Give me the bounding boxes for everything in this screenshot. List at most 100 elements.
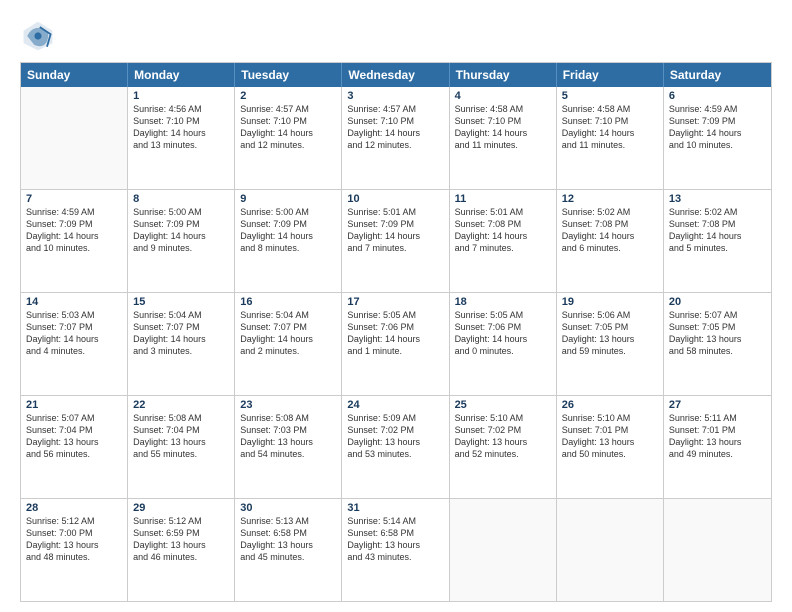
calendar-cell: 17Sunrise: 5:05 AM Sunset: 7:06 PM Dayli…	[342, 293, 449, 395]
page: SundayMondayTuesdayWednesdayThursdayFrid…	[0, 0, 792, 612]
calendar-cell: 19Sunrise: 5:06 AM Sunset: 7:05 PM Dayli…	[557, 293, 664, 395]
cell-text: Sunrise: 5:05 AM Sunset: 7:06 PM Dayligh…	[455, 309, 551, 358]
day-number: 20	[669, 296, 766, 308]
calendar-cell: 5Sunrise: 4:58 AM Sunset: 7:10 PM Daylig…	[557, 87, 664, 189]
cell-text: Sunrise: 4:58 AM Sunset: 7:10 PM Dayligh…	[455, 103, 551, 152]
day-number: 7	[26, 193, 122, 205]
calendar-week-3: 14Sunrise: 5:03 AM Sunset: 7:07 PM Dayli…	[21, 293, 771, 396]
day-number: 30	[240, 502, 336, 514]
calendar-cell: 24Sunrise: 5:09 AM Sunset: 7:02 PM Dayli…	[342, 396, 449, 498]
calendar-week-4: 21Sunrise: 5:07 AM Sunset: 7:04 PM Dayli…	[21, 396, 771, 499]
cell-text: Sunrise: 4:56 AM Sunset: 7:10 PM Dayligh…	[133, 103, 229, 152]
header-day-monday: Monday	[128, 63, 235, 87]
header-day-sunday: Sunday	[21, 63, 128, 87]
cell-text: Sunrise: 4:59 AM Sunset: 7:09 PM Dayligh…	[669, 103, 766, 152]
cell-text: Sunrise: 5:10 AM Sunset: 7:02 PM Dayligh…	[455, 412, 551, 461]
cell-text: Sunrise: 4:57 AM Sunset: 7:10 PM Dayligh…	[347, 103, 443, 152]
cell-text: Sunrise: 5:09 AM Sunset: 7:02 PM Dayligh…	[347, 412, 443, 461]
calendar-cell: 27Sunrise: 5:11 AM Sunset: 7:01 PM Dayli…	[664, 396, 771, 498]
calendar-cell: 9Sunrise: 5:00 AM Sunset: 7:09 PM Daylig…	[235, 190, 342, 292]
day-number: 12	[562, 193, 658, 205]
calendar-cell: 20Sunrise: 5:07 AM Sunset: 7:05 PM Dayli…	[664, 293, 771, 395]
header-day-wednesday: Wednesday	[342, 63, 449, 87]
header-day-friday: Friday	[557, 63, 664, 87]
day-number: 13	[669, 193, 766, 205]
day-number: 2	[240, 90, 336, 102]
cell-text: Sunrise: 5:04 AM Sunset: 7:07 PM Dayligh…	[133, 309, 229, 358]
cell-text: Sunrise: 4:59 AM Sunset: 7:09 PM Dayligh…	[26, 206, 122, 255]
cell-text: Sunrise: 5:10 AM Sunset: 7:01 PM Dayligh…	[562, 412, 658, 461]
cell-text: Sunrise: 5:01 AM Sunset: 7:08 PM Dayligh…	[455, 206, 551, 255]
calendar-cell: 8Sunrise: 5:00 AM Sunset: 7:09 PM Daylig…	[128, 190, 235, 292]
calendar-cell: 31Sunrise: 5:14 AM Sunset: 6:58 PM Dayli…	[342, 499, 449, 601]
calendar-cell: 4Sunrise: 4:58 AM Sunset: 7:10 PM Daylig…	[450, 87, 557, 189]
calendar-cell	[450, 499, 557, 601]
day-number: 19	[562, 296, 658, 308]
calendar-cell: 6Sunrise: 4:59 AM Sunset: 7:09 PM Daylig…	[664, 87, 771, 189]
cell-text: Sunrise: 5:03 AM Sunset: 7:07 PM Dayligh…	[26, 309, 122, 358]
day-number: 24	[347, 399, 443, 411]
header-day-saturday: Saturday	[664, 63, 771, 87]
calendar: SundayMondayTuesdayWednesdayThursdayFrid…	[20, 62, 772, 602]
day-number: 28	[26, 502, 122, 514]
calendar-week-1: 1Sunrise: 4:56 AM Sunset: 7:10 PM Daylig…	[21, 87, 771, 190]
day-number: 22	[133, 399, 229, 411]
calendar-cell: 28Sunrise: 5:12 AM Sunset: 7:00 PM Dayli…	[21, 499, 128, 601]
cell-text: Sunrise: 5:00 AM Sunset: 7:09 PM Dayligh…	[240, 206, 336, 255]
day-number: 11	[455, 193, 551, 205]
calendar-cell: 10Sunrise: 5:01 AM Sunset: 7:09 PM Dayli…	[342, 190, 449, 292]
day-number: 18	[455, 296, 551, 308]
cell-text: Sunrise: 5:00 AM Sunset: 7:09 PM Dayligh…	[133, 206, 229, 255]
calendar-cell: 11Sunrise: 5:01 AM Sunset: 7:08 PM Dayli…	[450, 190, 557, 292]
day-number: 25	[455, 399, 551, 411]
cell-text: Sunrise: 4:58 AM Sunset: 7:10 PM Dayligh…	[562, 103, 658, 152]
cell-text: Sunrise: 5:08 AM Sunset: 7:03 PM Dayligh…	[240, 412, 336, 461]
day-number: 6	[669, 90, 766, 102]
cell-text: Sunrise: 5:02 AM Sunset: 7:08 PM Dayligh…	[562, 206, 658, 255]
logo-icon	[20, 18, 56, 54]
calendar-cell: 12Sunrise: 5:02 AM Sunset: 7:08 PM Dayli…	[557, 190, 664, 292]
calendar-cell	[557, 499, 664, 601]
cell-text: Sunrise: 5:11 AM Sunset: 7:01 PM Dayligh…	[669, 412, 766, 461]
calendar-cell: 16Sunrise: 5:04 AM Sunset: 7:07 PM Dayli…	[235, 293, 342, 395]
header	[20, 18, 772, 54]
day-number: 27	[669, 399, 766, 411]
day-number: 16	[240, 296, 336, 308]
header-day-tuesday: Tuesday	[235, 63, 342, 87]
calendar-cell: 26Sunrise: 5:10 AM Sunset: 7:01 PM Dayli…	[557, 396, 664, 498]
cell-text: Sunrise: 5:06 AM Sunset: 7:05 PM Dayligh…	[562, 309, 658, 358]
day-number: 10	[347, 193, 443, 205]
calendar-cell: 21Sunrise: 5:07 AM Sunset: 7:04 PM Dayli…	[21, 396, 128, 498]
calendar-cell: 1Sunrise: 4:56 AM Sunset: 7:10 PM Daylig…	[128, 87, 235, 189]
calendar-cell: 14Sunrise: 5:03 AM Sunset: 7:07 PM Dayli…	[21, 293, 128, 395]
cell-text: Sunrise: 4:57 AM Sunset: 7:10 PM Dayligh…	[240, 103, 336, 152]
cell-text: Sunrise: 5:07 AM Sunset: 7:05 PM Dayligh…	[669, 309, 766, 358]
cell-text: Sunrise: 5:04 AM Sunset: 7:07 PM Dayligh…	[240, 309, 336, 358]
calendar-week-2: 7Sunrise: 4:59 AM Sunset: 7:09 PM Daylig…	[21, 190, 771, 293]
cell-text: Sunrise: 5:08 AM Sunset: 7:04 PM Dayligh…	[133, 412, 229, 461]
cell-text: Sunrise: 5:12 AM Sunset: 6:59 PM Dayligh…	[133, 515, 229, 564]
logo	[20, 18, 62, 54]
calendar-cell: 22Sunrise: 5:08 AM Sunset: 7:04 PM Dayli…	[128, 396, 235, 498]
cell-text: Sunrise: 5:07 AM Sunset: 7:04 PM Dayligh…	[26, 412, 122, 461]
calendar-cell: 15Sunrise: 5:04 AM Sunset: 7:07 PM Dayli…	[128, 293, 235, 395]
day-number: 9	[240, 193, 336, 205]
day-number: 3	[347, 90, 443, 102]
day-number: 5	[562, 90, 658, 102]
day-number: 14	[26, 296, 122, 308]
calendar-cell: 29Sunrise: 5:12 AM Sunset: 6:59 PM Dayli…	[128, 499, 235, 601]
calendar-cell: 7Sunrise: 4:59 AM Sunset: 7:09 PM Daylig…	[21, 190, 128, 292]
calendar-week-5: 28Sunrise: 5:12 AM Sunset: 7:00 PM Dayli…	[21, 499, 771, 601]
day-number: 29	[133, 502, 229, 514]
calendar-cell	[21, 87, 128, 189]
day-number: 15	[133, 296, 229, 308]
cell-text: Sunrise: 5:12 AM Sunset: 7:00 PM Dayligh…	[26, 515, 122, 564]
calendar-body: 1Sunrise: 4:56 AM Sunset: 7:10 PM Daylig…	[21, 87, 771, 601]
day-number: 1	[133, 90, 229, 102]
day-number: 31	[347, 502, 443, 514]
cell-text: Sunrise: 5:05 AM Sunset: 7:06 PM Dayligh…	[347, 309, 443, 358]
day-number: 26	[562, 399, 658, 411]
calendar-cell	[664, 499, 771, 601]
calendar-header-row: SundayMondayTuesdayWednesdayThursdayFrid…	[21, 63, 771, 87]
day-number: 8	[133, 193, 229, 205]
